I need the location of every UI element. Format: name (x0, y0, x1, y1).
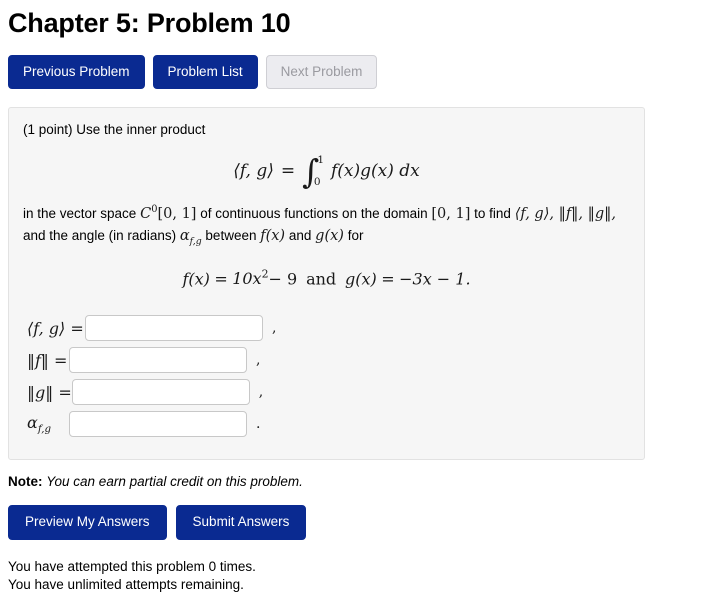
formula-equals: = (280, 160, 296, 181)
answer-input-norm-f[interactable] (69, 347, 247, 374)
vector-space-text-3: to find (474, 205, 511, 221)
answer-punctuation-norm-f: , (256, 352, 261, 369)
angle-symbol: αf,g (179, 228, 202, 248)
function-g-expression: −3x − 1. (399, 269, 471, 289)
function-f-equals: = (214, 269, 228, 289)
inner-product-formula: ⟨f, g⟩ = ∫ 1 0 f(x)g(x) dx (23, 154, 630, 188)
attempts-status: You have attempted this problem 0 times.… (8, 558, 713, 595)
angle-function-f: f(x) (260, 228, 286, 245)
previous-problem-button[interactable]: Previous Problem (8, 54, 145, 90)
formula-integrand: f(x)g(x) dx (331, 160, 420, 181)
function-g-label: g(x) (345, 269, 377, 289)
problem-list-button[interactable]: Problem List (152, 54, 258, 90)
answer-label-inner-product: ⟨f, g⟩ = (27, 318, 84, 338)
function-f-expression: 10x2 (232, 268, 269, 289)
page-title: Chapter 5: Problem 10 (8, 8, 291, 38)
answer-row-norm-f: ‖f‖ = , (23, 347, 630, 374)
angle-conjunction: and (288, 228, 312, 244)
partial-credit-note: Note: You can earn partial credit on thi… (8, 474, 713, 489)
vector-space-symbol: C0 (140, 203, 158, 222)
answer-label-norm-g: ‖g‖ = (27, 382, 72, 402)
attempts-remaining-line: You have unlimited attempts remaining. (8, 577, 244, 593)
vector-space-paragraph: in the vector space C0[0, 1] of continuo… (23, 202, 630, 250)
attempts-used-line: You have attempted this problem 0 times. (8, 558, 256, 574)
preview-answers-button[interactable]: Preview My Answers (8, 505, 167, 540)
navigation-button-row: Previous Problem Problem List Next Probl… (0, 39, 713, 90)
problem-page: Chapter 5: Problem 10 Previous Problem P… (0, 0, 713, 596)
function-g-equals: = (381, 269, 395, 289)
angle-function-g: g(x) (315, 228, 344, 245)
next-problem-button[interactable]: Next Problem (265, 54, 378, 90)
domain-symbol: [0, 1] (431, 205, 471, 222)
submit-answers-button[interactable]: Submit Answers (175, 505, 307, 540)
answer-label-norm-f: ‖f‖ = (27, 350, 68, 370)
quantities-to-find: ⟨f, g⟩, ‖f‖, ‖g‖, (514, 205, 617, 222)
answer-input-inner-product[interactable] (85, 315, 263, 342)
angle-text-2: between (205, 228, 257, 244)
integral-symbol-group: ∫ 1 0 (302, 154, 324, 188)
angle-text-1: and the angle (in radians) (23, 228, 177, 244)
angle-text-3: for (347, 228, 364, 244)
note-text: You can earn partial credit on this prob… (46, 474, 303, 490)
answer-punctuation-inner-product: , (272, 320, 277, 337)
answer-input-norm-g[interactable] (71, 379, 250, 406)
answer-punctuation-angle: . (256, 416, 261, 433)
vector-space-text-1: in the vector space (23, 205, 137, 221)
answer-label-angle: αf,g (27, 413, 52, 436)
answer-row-inner-product: ⟨f, g⟩ = , (23, 315, 630, 342)
vector-space-domain: [0, 1] (157, 205, 197, 222)
function-definitions: f(x) = 10x2− 9 and g(x) = −3x − 1. (23, 268, 630, 289)
submit-button-row: Preview My Answers Submit Answers (0, 489, 713, 540)
answer-punctuation-norm-g: , (258, 384, 264, 401)
vector-space-text-2: of continuous functions on the domain (200, 205, 428, 221)
problem-points: (1 point) (23, 122, 73, 138)
integral-sign: ∫ (302, 151, 320, 191)
formula-lhs: ⟨f, g⟩ (233, 160, 274, 181)
problem-statement-panel: (1 point) Use the inner product ⟨f, g⟩ =… (8, 107, 645, 461)
function-f-remainder: − 9 (268, 269, 298, 289)
function-conjunction: and (306, 269, 337, 289)
problem-intro-line: (1 point) Use the inner product (23, 120, 630, 140)
note-prefix: Note: (8, 474, 43, 490)
answer-input-angle[interactable] (69, 411, 247, 438)
answer-row-angle: αf,g . (23, 411, 630, 438)
answer-fields-group: ⟨f, g⟩ = , ‖f‖ = , ‖g‖ = , αf,g . (23, 315, 630, 438)
answer-row-norm-g: ‖g‖ = , (23, 379, 630, 406)
function-f-label: f(x) (182, 269, 210, 289)
problem-intro-text: Use the inner product (76, 122, 206, 138)
